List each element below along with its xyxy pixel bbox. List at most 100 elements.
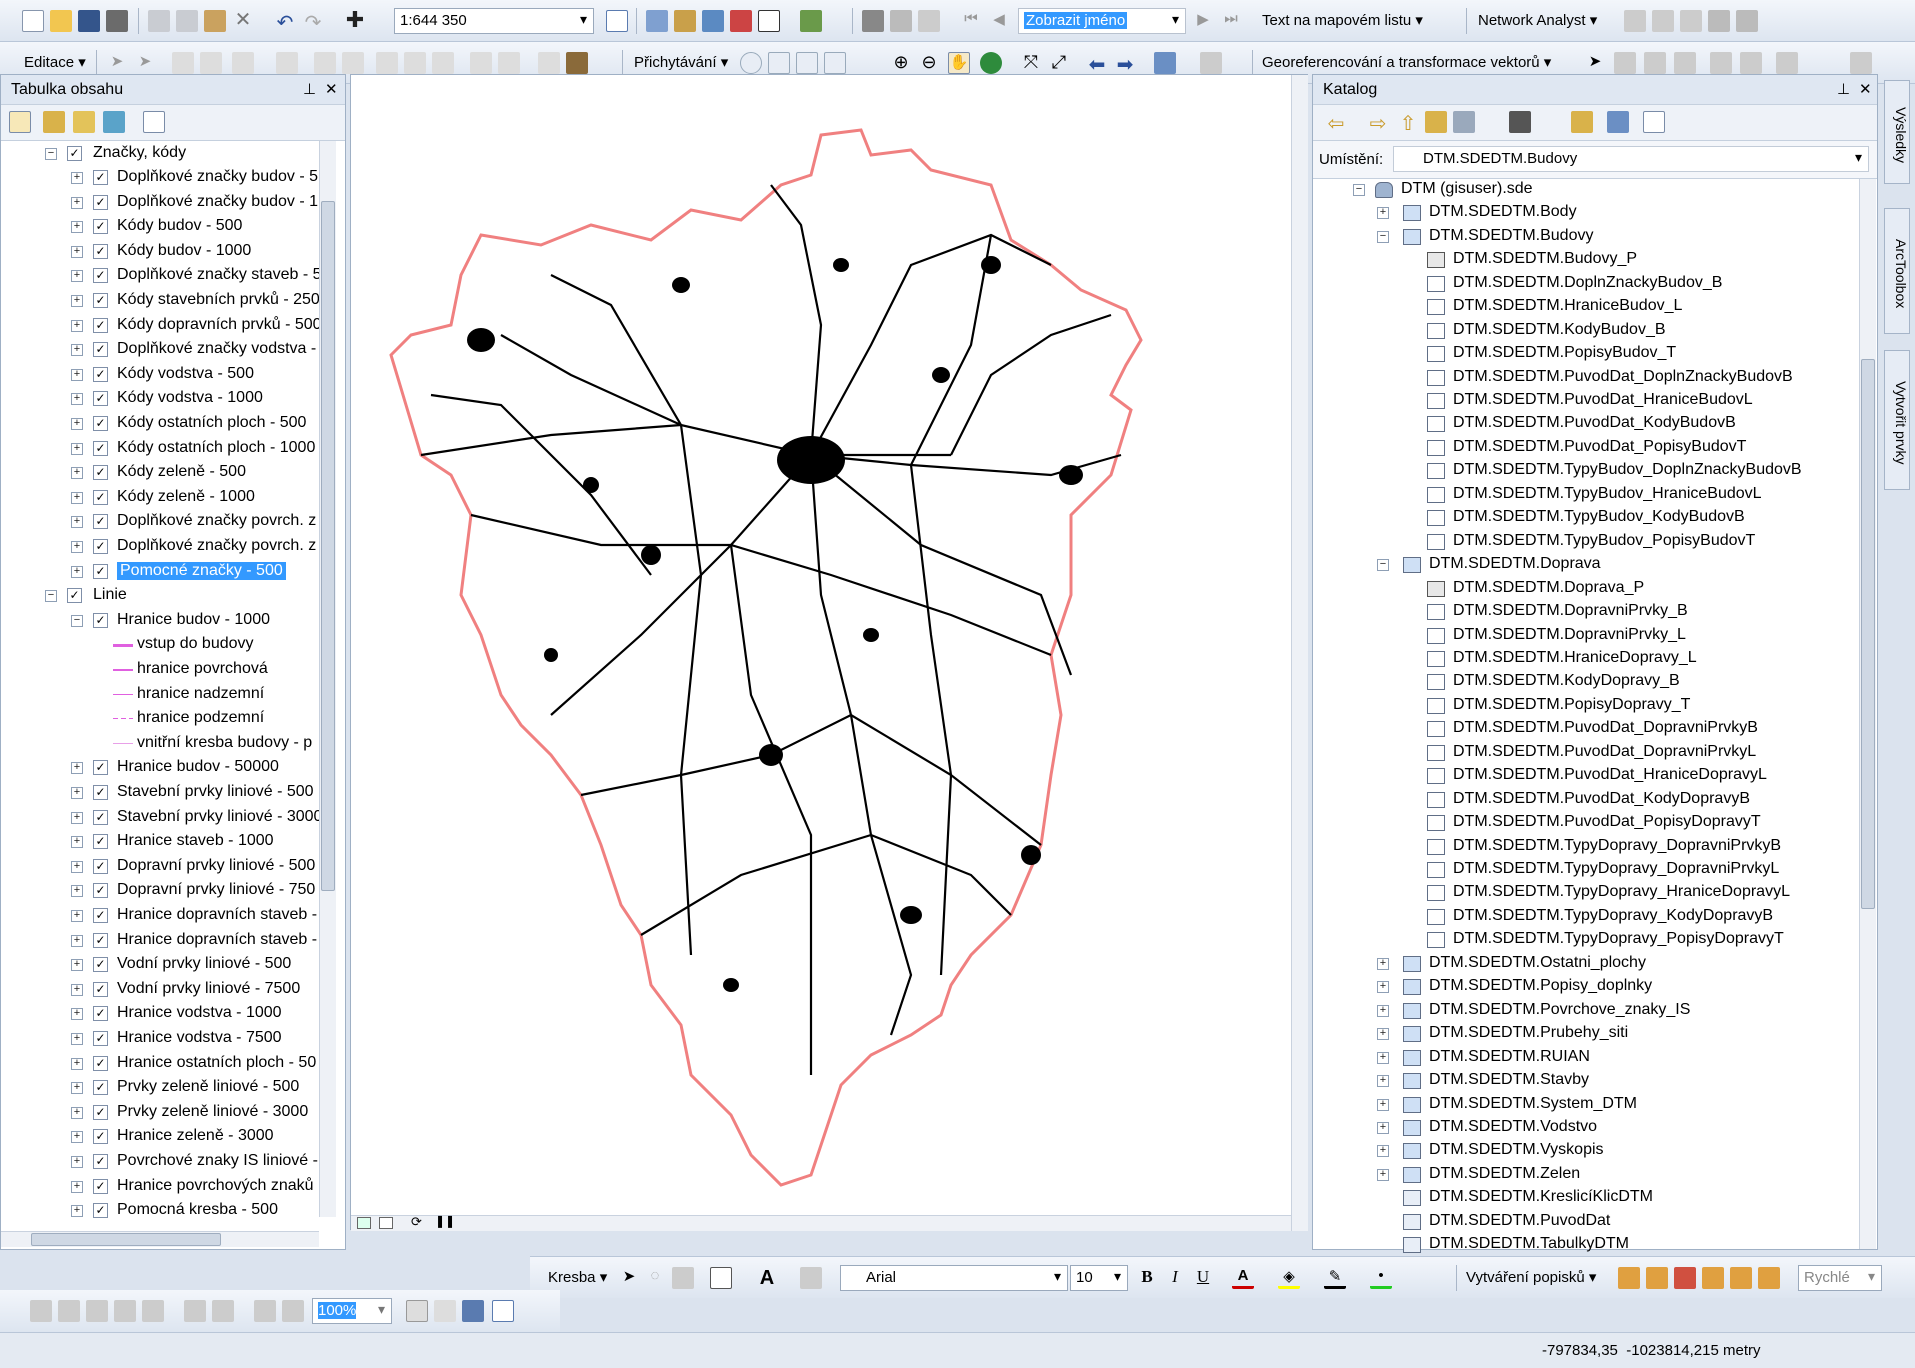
checkbox[interactable]: ✓ xyxy=(93,243,108,259)
checkbox[interactable]: ✓ xyxy=(93,1080,108,1096)
expand-icon[interactable]: + xyxy=(71,885,83,898)
redo-icon[interactable]: ↷ xyxy=(302,10,324,34)
checkbox[interactable]: ✓ xyxy=(93,908,108,923)
rectangle-icon[interactable] xyxy=(710,1267,732,1289)
new-document-icon[interactable] xyxy=(22,10,44,32)
layout-zoom-out-icon[interactable] xyxy=(58,1300,80,1322)
expand-icon[interactable]: + xyxy=(71,368,83,381)
layout-pan-icon[interactable] xyxy=(86,1300,108,1322)
refresh-icon[interactable]: ⟳ xyxy=(411,1214,422,1230)
toggle-contents-icon[interactable] xyxy=(1607,111,1629,133)
expand-icon[interactable]: + xyxy=(71,1156,83,1168)
layout2-icon[interactable] xyxy=(890,10,912,32)
up-level-icon[interactable]: ⇧ xyxy=(1397,111,1419,135)
expand-icon[interactable]: + xyxy=(71,467,83,480)
open-folder-icon[interactable] xyxy=(50,10,72,32)
expand-icon[interactable]: + xyxy=(71,1057,83,1070)
view-options-icon[interactable] xyxy=(1509,111,1531,133)
next-page-icon[interactable]: ▶ xyxy=(1192,10,1214,32)
expand-icon[interactable]: + xyxy=(71,565,83,578)
draw-dropdown[interactable]: Kresba ▾ xyxy=(548,1268,607,1286)
trace-icon[interactable] xyxy=(232,52,254,74)
bold-button[interactable]: B xyxy=(1136,1267,1158,1289)
catalog-window-icon[interactable] xyxy=(674,10,696,32)
map-view[interactable]: ⟳ ❚❚ xyxy=(350,74,1308,1231)
location-dropdown[interactable]: DTM.SDEDTM.Budovy xyxy=(1393,146,1869,172)
collapse-icon[interactable]: − xyxy=(1353,184,1365,196)
collapse-icon[interactable]: − xyxy=(45,148,57,160)
layout-full-page-icon[interactable] xyxy=(114,1300,136,1322)
checkbox[interactable]: ✓ xyxy=(93,366,108,382)
find-name-dropdown[interactable]: Zobrazit jméno xyxy=(1018,8,1186,34)
checkbox[interactable]: ✓ xyxy=(93,760,108,776)
layout-back-icon[interactable] xyxy=(254,1300,276,1322)
checkbox[interactable]: ✓ xyxy=(93,317,108,333)
checkbox[interactable]: ✓ xyxy=(93,293,108,308)
expand-icon[interactable]: + xyxy=(71,787,83,799)
labeling-dropdown[interactable]: Vytváření popisků ▾ xyxy=(1466,1268,1596,1286)
layout-zoom-dropdown[interactable]: 100% xyxy=(312,1298,392,1324)
collapse-icon[interactable]: − xyxy=(45,590,57,603)
expand-icon[interactable]: + xyxy=(71,836,83,849)
checkbox[interactable]: ✓ xyxy=(93,465,108,481)
catalog-vertical-scrollbar[interactable] xyxy=(1859,179,1876,1249)
expand-icon[interactable]: + xyxy=(71,1180,83,1193)
forward-extent-icon[interactable]: ➡ xyxy=(1114,52,1136,76)
snapping-dropdown[interactable]: Přichytávání ▾ xyxy=(634,53,728,71)
edit-tool-icon[interactable]: ➤ xyxy=(106,52,128,74)
snap-vertex-icon[interactable] xyxy=(796,52,818,74)
expand-icon[interactable]: + xyxy=(71,860,83,873)
prev-page-icon[interactable]: ◀ xyxy=(988,10,1010,32)
layout-forward-icon[interactable] xyxy=(282,1300,304,1322)
expand-icon[interactable]: + xyxy=(71,934,83,947)
map-horizontal-scrollbar[interactable]: ⟳ ❚❚ xyxy=(351,1214,1291,1231)
checkbox[interactable]: ✓ xyxy=(93,170,108,185)
marker-color-icon[interactable]: • xyxy=(1370,1267,1392,1289)
zoom-out-icon[interactable]: ⊖ xyxy=(918,52,940,74)
checkbox[interactable]: ✓ xyxy=(93,489,108,505)
checkbox[interactable]: ✓ xyxy=(93,1055,108,1071)
checkbox[interactable]: ✓ xyxy=(93,932,108,948)
modelbuilder-icon[interactable] xyxy=(800,10,822,32)
na-tool4-icon[interactable] xyxy=(1708,10,1730,32)
checkbox[interactable]: ✓ xyxy=(93,785,108,800)
checkbox[interactable]: ✓ xyxy=(93,981,108,997)
checkbox[interactable]: ✓ xyxy=(93,1006,108,1022)
straight-segment-icon[interactable] xyxy=(172,52,194,74)
endpoint-arc-icon[interactable] xyxy=(200,52,222,74)
checkbox[interactable]: ✓ xyxy=(93,883,108,899)
list-by-source-icon[interactable] xyxy=(43,111,65,133)
geo-options-icon[interactable] xyxy=(1776,52,1798,74)
expand-icon[interactable]: + xyxy=(1377,1121,1389,1134)
checkbox[interactable]: ✓ xyxy=(67,588,82,604)
new-folder-icon[interactable] xyxy=(1571,111,1593,133)
na-tool2-icon[interactable] xyxy=(1652,10,1674,32)
checkbox[interactable]: ✓ xyxy=(93,1178,108,1194)
fixed-zoom-out-icon[interactable]: ⤢ xyxy=(1048,52,1070,74)
checkbox[interactable]: ✓ xyxy=(93,268,108,284)
map-vertical-scrollbar[interactable] xyxy=(1291,75,1308,1231)
snap-end-icon[interactable] xyxy=(768,52,790,74)
save-icon[interactable] xyxy=(78,10,100,32)
geo-table-icon[interactable] xyxy=(1710,52,1732,74)
expand-icon[interactable]: + xyxy=(1377,1028,1389,1041)
edit-annotation-icon[interactable]: ➤ xyxy=(134,52,156,74)
checkbox[interactable]: ✓ xyxy=(93,809,108,825)
checkbox[interactable]: ✓ xyxy=(93,1154,108,1169)
na-tool3-icon[interactable] xyxy=(1680,10,1702,32)
expand-icon[interactable]: + xyxy=(71,1106,83,1119)
home-icon[interactable] xyxy=(1425,111,1447,133)
checkbox[interactable]: ✓ xyxy=(93,514,108,530)
cut-icon[interactable] xyxy=(148,10,170,32)
layout-100-icon[interactable] xyxy=(142,1300,164,1322)
checkbox[interactable]: ✓ xyxy=(93,539,108,554)
checkbox[interactable]: ✓ xyxy=(93,219,108,235)
quick-dropdown[interactable]: Rychlé xyxy=(1798,1265,1882,1291)
expand-icon[interactable]: + xyxy=(71,418,83,430)
focus-data-frame-icon[interactable] xyxy=(434,1300,456,1322)
toc-scroll-thumb[interactable] xyxy=(321,201,335,891)
close-icon[interactable]: ✕ xyxy=(1859,80,1872,98)
expand-icon[interactable]: + xyxy=(1377,207,1389,220)
geo-select-icon[interactable]: ➤ xyxy=(1584,52,1606,74)
cut-polygons-icon[interactable] xyxy=(376,52,398,74)
